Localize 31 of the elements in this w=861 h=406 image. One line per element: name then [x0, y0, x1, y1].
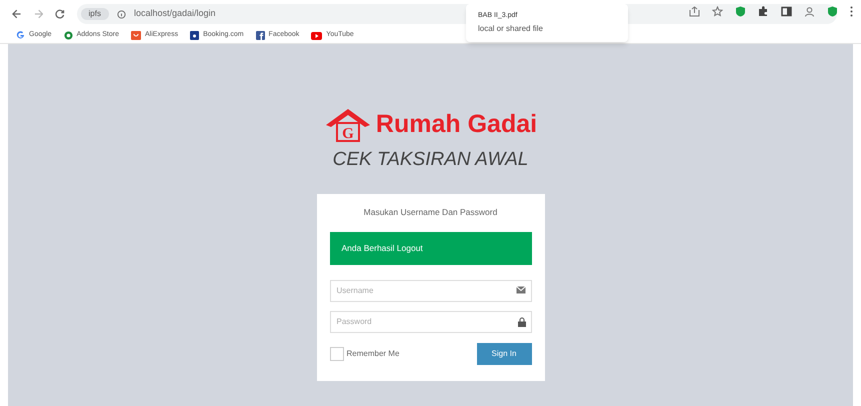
brand-name: Rumah Gadai [376, 109, 538, 140]
puzzle-icon[interactable] [758, 6, 769, 17]
reload-icon[interactable] [55, 9, 64, 19]
bag-icon [131, 31, 141, 40]
booking-icon [190, 31, 200, 40]
remember-label: Remember Me [346, 348, 400, 360]
star-icon[interactable] [712, 6, 723, 17]
password-field[interactable]: Password [330, 310, 532, 333]
info-icon [116, 10, 126, 18]
page-subtitle: CEK TAKSIRAN AWAL [332, 148, 528, 172]
username-field[interactable]: Username [330, 280, 532, 302]
back-icon[interactable] [12, 9, 22, 19]
remember-checkbox[interactable] [330, 346, 344, 361]
shield-icon[interactable] [735, 6, 746, 17]
download-subtitle: local or shared file [478, 23, 544, 36]
protocol-chip: ipfs [80, 8, 109, 20]
circle-icon [64, 31, 73, 40]
share-icon[interactable] [689, 6, 700, 17]
success-alert: Anda Berhasil Logout [330, 232, 532, 265]
envelope-icon [516, 286, 526, 294]
profile-icon[interactable] [804, 6, 815, 17]
play-icon [311, 32, 322, 40]
google-icon [16, 31, 25, 40]
login-prompt: Masukan Username Dan Password [362, 206, 498, 219]
menu-icon[interactable] [850, 6, 853, 17]
sidebar-icon[interactable] [781, 6, 792, 17]
shield-icon[interactable] [827, 6, 838, 17]
url-text: localhost/gadai/login [134, 7, 216, 20]
lock-icon [518, 316, 526, 327]
sign-in-button[interactable]: Sign In [476, 342, 532, 365]
facebook-icon [256, 31, 265, 40]
